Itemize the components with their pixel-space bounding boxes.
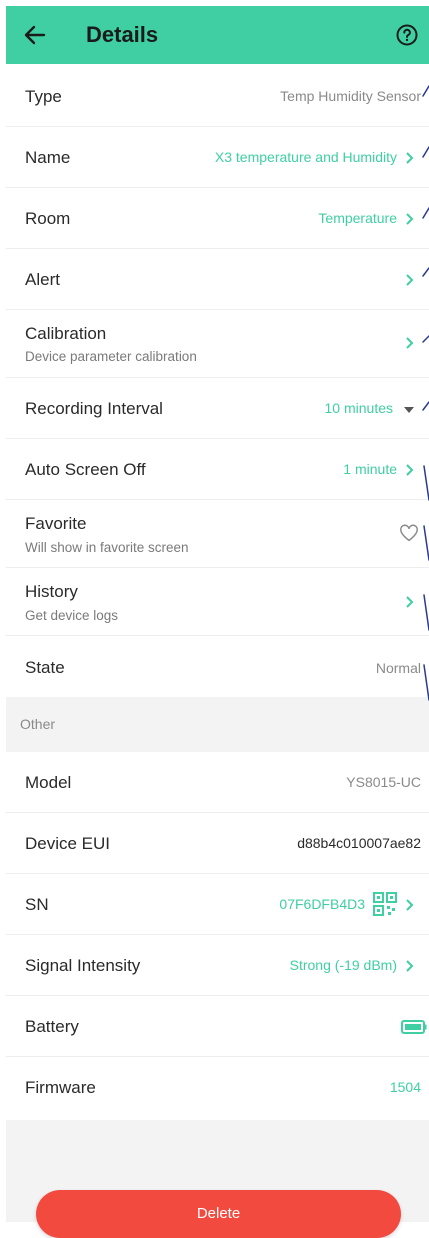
favorite-subtitle: Will show in favorite screen [25, 540, 189, 555]
chevron-right-icon [406, 337, 414, 349]
room-value: Temperature [318, 210, 397, 226]
history-subtitle: Get device logs [25, 608, 119, 623]
back-arrow-icon[interactable] [24, 25, 46, 45]
row-state: State Normal [6, 636, 429, 697]
app-header: Details [6, 6, 429, 64]
battery-icon [401, 1020, 427, 1034]
model-label: Model [25, 773, 72, 792]
auto-screen-off-label: Auto Screen Off [25, 460, 146, 479]
firmware-label: Firmware [25, 1078, 96, 1097]
chevron-right-icon [406, 464, 414, 476]
row-firmware: Firmware 1504 [6, 1057, 429, 1120]
row-battery: Battery [6, 996, 429, 1057]
row-favorite: Favorite Will show in favorite screen [6, 500, 429, 568]
chevron-right-icon [406, 152, 414, 164]
device-eui-value: d88b4c010007ae82 [297, 835, 421, 851]
firmware-value: 1504 [389, 1079, 421, 1095]
calibration-subtitle: Device parameter calibration [25, 349, 197, 364]
row-model: Model YS8015-UC [6, 752, 429, 813]
section-other-label: Other [20, 716, 56, 732]
row-sn[interactable]: SN 07F6DFB4D3 [6, 874, 429, 935]
row-device-eui: Device EUI d88b4c010007ae82 [6, 813, 429, 874]
qr-code-icon[interactable] [373, 892, 397, 916]
alert-label: Alert [25, 270, 60, 289]
row-room[interactable]: Room Temperature [6, 188, 429, 249]
type-label: Type [25, 87, 62, 106]
chevron-right-icon [406, 274, 414, 286]
row-recording-interval[interactable]: Recording Interval 10 minutes [6, 378, 429, 439]
row-signal-intensity[interactable]: Signal Intensity Strong (-19 dBm) [6, 935, 429, 996]
signal-intensity-label: Signal Intensity [25, 956, 141, 975]
state-label: State [25, 658, 65, 677]
recording-interval-value: 10 minutes [324, 400, 393, 416]
row-alert[interactable]: Alert [6, 249, 429, 310]
chevron-right-icon [406, 596, 414, 608]
section-header-other: Other [6, 697, 429, 752]
calibration-label: Calibration [25, 324, 107, 343]
sn-label: SN [25, 895, 49, 914]
row-history[interactable]: History Get device logs [6, 568, 429, 636]
history-label: History [25, 582, 78, 601]
favorite-label: Favorite [25, 514, 87, 533]
name-value: X3 temperature and Humidity [214, 149, 397, 165]
signal-intensity-value: Strong (-19 dBm) [289, 957, 397, 973]
recording-interval-label: Recording Interval [25, 399, 163, 418]
auto-screen-off-value: 1 minute [343, 461, 397, 477]
chevron-right-icon [406, 899, 414, 911]
chevron-right-icon [406, 960, 414, 972]
battery-label: Battery [25, 1017, 79, 1036]
row-auto-screen-off[interactable]: Auto Screen Off 1 minute [6, 439, 429, 500]
heart-icon[interactable] [399, 524, 419, 542]
row-calibration[interactable]: Calibration Device parameter calibration [6, 310, 429, 378]
row-name[interactable]: Name X3 temperature and Humidity [6, 127, 429, 188]
row-type: Type Temp Humidity Sensor [6, 66, 429, 127]
name-label: Name [25, 148, 71, 167]
help-icon[interactable] [395, 23, 419, 47]
page-title: Details [86, 22, 159, 47]
device-eui-label: Device EUI [25, 834, 111, 853]
state-value: Normal [375, 660, 421, 676]
type-value: Temp Humidity Sensor [280, 88, 421, 104]
delete-button[interactable]: Delete [36, 1190, 401, 1238]
model-value: YS8015-UC [346, 774, 421, 790]
chevron-right-icon [406, 213, 414, 225]
dropdown-caret-icon [404, 407, 414, 413]
sn-value: 07F6DFB4D3 [279, 896, 365, 912]
room-label: Room [25, 209, 71, 228]
